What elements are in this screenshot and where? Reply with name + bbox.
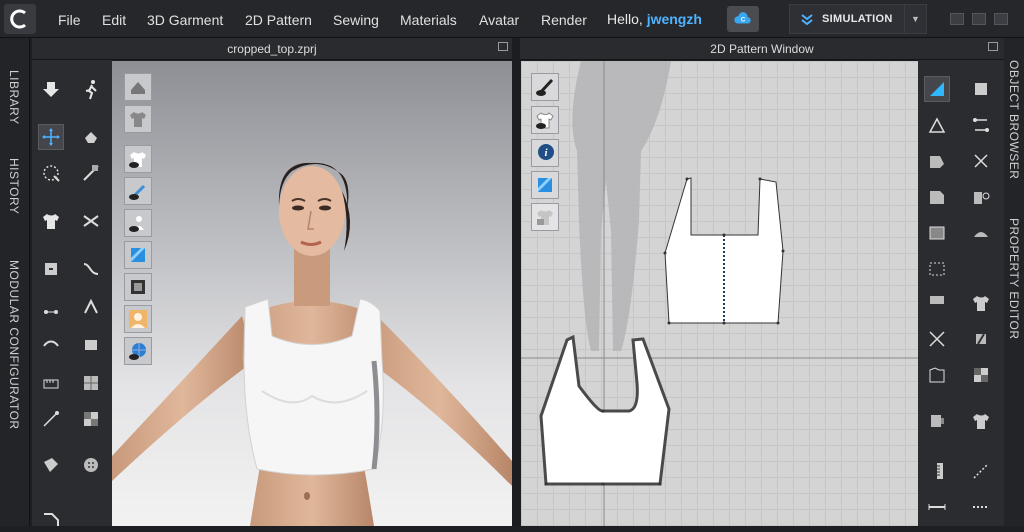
float-window-icon[interactable] — [498, 42, 508, 51]
tab-history[interactable]: HISTORY — [7, 158, 21, 214]
toolbar-3d — [32, 60, 112, 526]
tape-2d-icon[interactable] — [924, 494, 950, 520]
tab-modular-configurator[interactable]: MODULAR CONFIGURATOR — [7, 260, 21, 430]
cloud-icon: C — [734, 12, 751, 24]
greeting-text: Hello, — [607, 11, 643, 27]
trim-icon[interactable] — [924, 290, 950, 316]
tape-icon[interactable] — [78, 332, 104, 358]
menu-3d-garment[interactable]: 3D Garment — [147, 12, 223, 28]
fabric-2d-icon[interactable] — [968, 408, 994, 434]
pattern-select-icon[interactable] — [968, 76, 994, 102]
front-pattern-piece[interactable] — [521, 61, 918, 526]
menu-edit[interactable]: Edit — [102, 12, 126, 28]
window-name: 2D Pattern Window — [710, 42, 814, 56]
panel-title-2d: 2D Pattern Window — [520, 38, 1004, 60]
maximize-button[interactable] — [972, 13, 986, 25]
svg-text:C: C — [741, 17, 746, 24]
menu-render[interactable]: Render — [541, 12, 587, 28]
pin-2d-icon[interactable] — [968, 290, 994, 316]
left-side-tabs: LIBRARY HISTORY MODULAR CONFIGURATOR — [0, 38, 30, 526]
user-greeting: Hello, jwengzh — [607, 11, 702, 27]
username[interactable]: jwengzh — [647, 11, 702, 27]
clo-logo-icon[interactable] — [4, 4, 36, 34]
close-button[interactable] — [994, 13, 1008, 25]
topstitch-icon[interactable] — [924, 256, 950, 282]
simulation-chevron-icon — [801, 14, 813, 26]
button-icon[interactable] — [78, 452, 104, 478]
button-2d-icon[interactable] — [924, 408, 950, 434]
arrow-down-icon[interactable] — [38, 76, 64, 102]
fold-arrange-icon[interactable] — [924, 326, 950, 352]
minimize-button[interactable] — [950, 13, 964, 25]
menu-2d-pattern[interactable]: 2D Pattern — [245, 12, 312, 28]
3d-viewport[interactable] — [112, 61, 512, 526]
edit-avatar-icon[interactable] — [38, 256, 64, 282]
cloud-button[interactable]: C — [727, 6, 759, 32]
menu-file[interactable]: File — [58, 12, 81, 28]
simulation-label: SIMULATION — [822, 13, 893, 25]
file-name: cropped_top.zprj — [227, 42, 317, 56]
toolbar-2d — [918, 60, 1004, 526]
check-pattern-icon[interactable] — [968, 362, 994, 388]
dart-icon[interactable] — [924, 184, 950, 210]
measure-icon[interactable] — [38, 370, 64, 396]
puckering-icon[interactable] — [38, 506, 64, 532]
rectangle-icon[interactable] — [924, 148, 950, 174]
segment-length-icon[interactable] — [968, 494, 994, 520]
fold-icon[interactable] — [78, 294, 104, 320]
hand-icon[interactable] — [78, 124, 104, 150]
measure-2d-icon[interactable] — [968, 458, 994, 484]
notch-icon[interactable] — [924, 362, 950, 388]
needle-icon[interactable] — [78, 160, 104, 186]
ruler-icon[interactable] — [924, 458, 950, 484]
polygon-icon[interactable] — [924, 112, 950, 138]
move-gizmo-icon[interactable] — [38, 124, 64, 150]
simulation-dropdown-icon[interactable]: ▼ — [904, 5, 926, 33]
free-sew-icon[interactable] — [968, 184, 994, 210]
right-side-tabs: OBJECT BROWSER PROPERTY EDITOR — [1004, 38, 1024, 526]
transform-icon[interactable] — [38, 160, 64, 186]
tab-library[interactable]: LIBRARY — [7, 70, 21, 125]
viewport-divider[interactable] — [512, 38, 520, 526]
sewing-icon[interactable] — [38, 332, 64, 358]
2d-pattern-viewport[interactable]: i — [521, 61, 918, 526]
garment-select-icon[interactable] — [38, 208, 64, 234]
scissor-icon[interactable] — [78, 208, 104, 234]
internal-shape-icon[interactable] — [924, 220, 950, 246]
sewing-2d-icon[interactable] — [968, 326, 994, 352]
float-window-icon[interactable] — [988, 42, 998, 51]
draw-icon[interactable] — [78, 406, 104, 432]
pattern-edit-icon[interactable] — [968, 112, 994, 138]
texture-icon[interactable] — [78, 370, 104, 396]
seam-icon[interactable] — [968, 220, 994, 246]
pin-icon[interactable] — [38, 294, 64, 320]
menu-avatar[interactable]: Avatar — [479, 12, 519, 28]
menu-materials[interactable]: Materials — [400, 12, 457, 28]
menu-bar: File Edit 3D Garment 2D Pattern Sewing M… — [0, 0, 1024, 38]
panel-title-3d: cropped_top.zprj — [32, 38, 512, 60]
simulation-button[interactable]: SIMULATION ▼ — [789, 4, 927, 34]
tab-object-browser[interactable]: OBJECT BROWSER — [1007, 60, 1021, 179]
fabric-icon[interactable] — [38, 406, 64, 432]
segment-sew-icon[interactable] — [968, 148, 994, 174]
triangle-select-icon[interactable] — [924, 76, 950, 102]
spring-icon[interactable] — [38, 452, 64, 478]
tab-property-editor[interactable]: PROPERTY EDITOR — [1007, 218, 1021, 340]
walk-icon[interactable] — [78, 76, 104, 102]
menu-sewing[interactable]: Sewing — [333, 12, 379, 28]
line-icon[interactable] — [78, 256, 104, 282]
avatar-figure[interactable] — [112, 61, 512, 526]
